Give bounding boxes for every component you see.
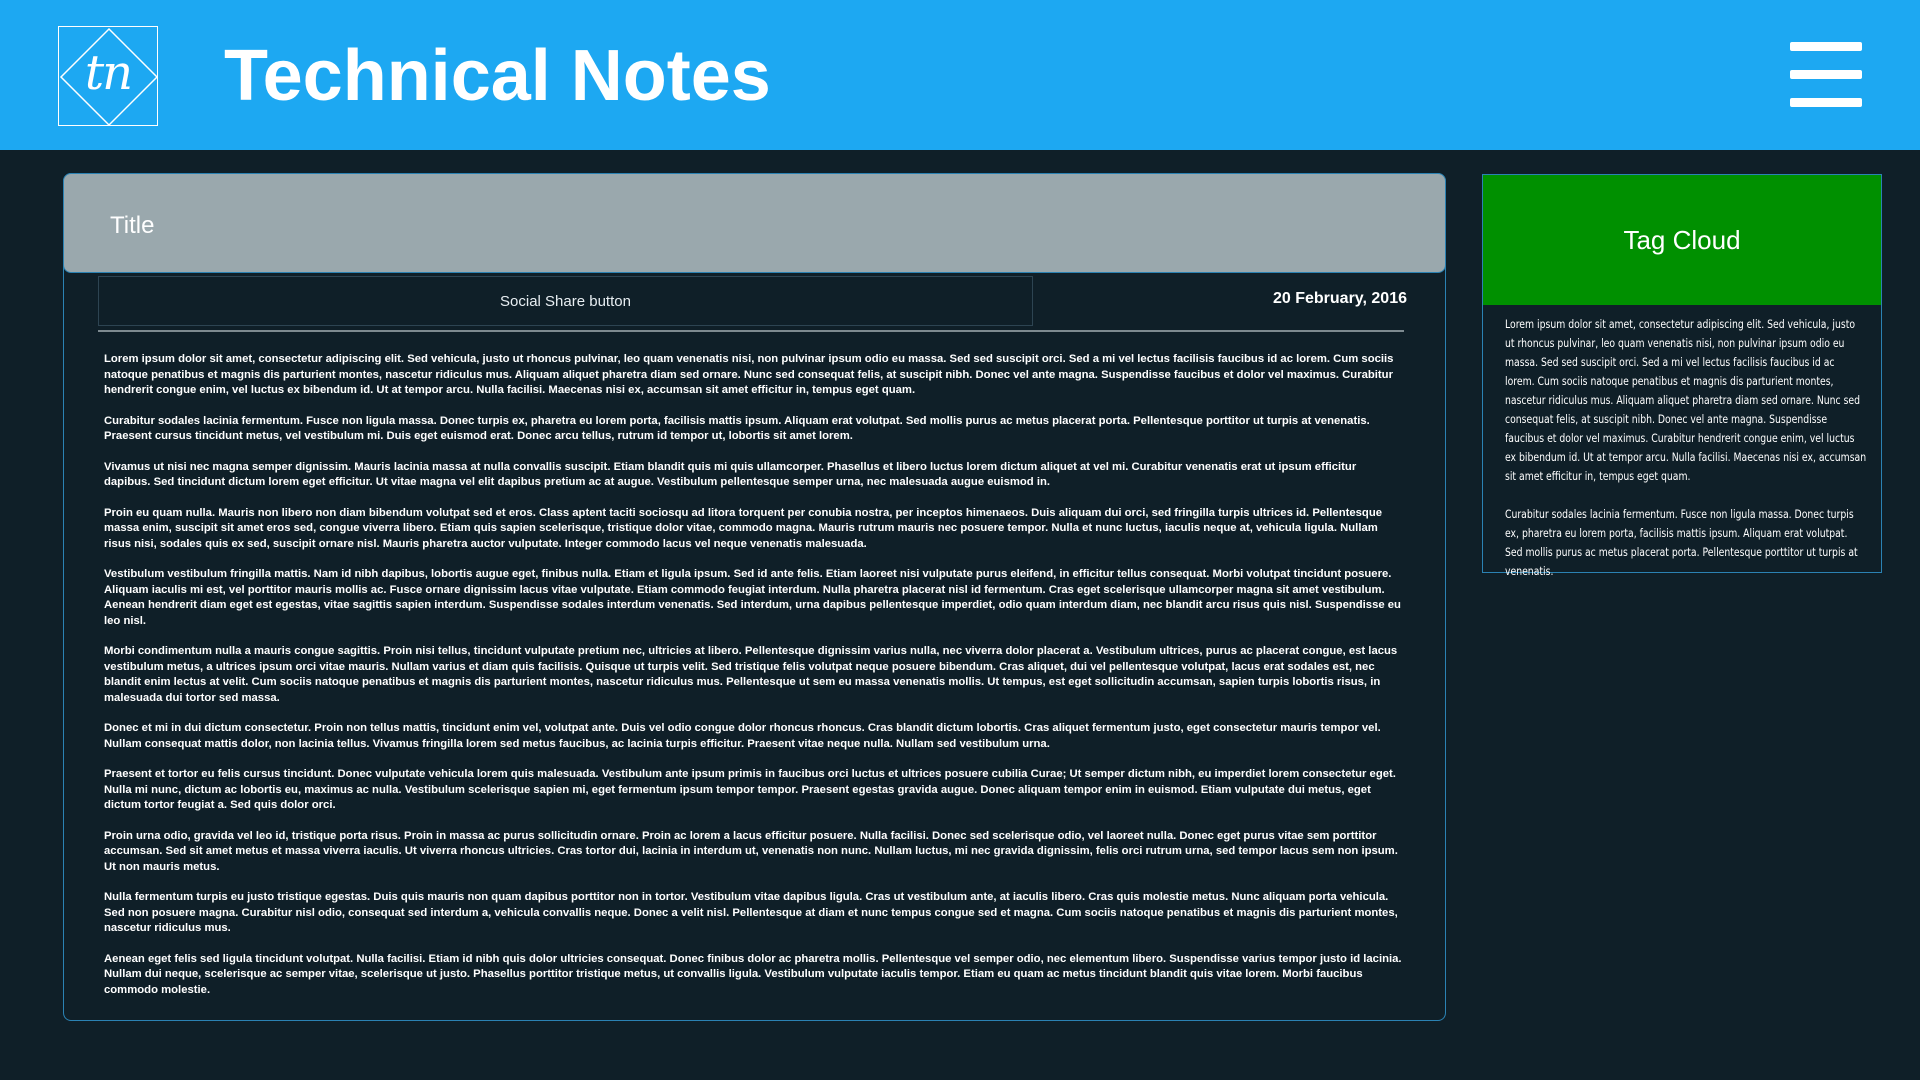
- article-paragraph: Aenean eget felis sed ligula tincidunt v…: [104, 952, 1402, 996]
- tag-cloud-paragraph: Lorem ipsum dolor sit amet, consectetur …: [1505, 318, 1867, 483]
- article-paragraph: Donec et mi in dui dictum consectetur. P…: [104, 722, 1381, 750]
- article-paragraph: Nulla fermentum turpis eu justo tristiqu…: [104, 891, 1398, 934]
- article-title-bar: Title: [63, 173, 1446, 273]
- article-paragraph: Vestibulum vestibulum fringilla mattis. …: [104, 568, 1401, 627]
- article-paragraph: Proin eu quam nulla. Mauris non libero n…: [104, 506, 1383, 550]
- tag-cloud-title: Tag Cloud: [1483, 175, 1881, 305]
- site-logo[interactable]: tn: [58, 26, 159, 127]
- divider: [98, 330, 1404, 332]
- menu-bar: [1790, 70, 1862, 79]
- social-share-button[interactable]: Social Share button: [98, 276, 1033, 326]
- article-paragraph: Praesent et tortor eu felis cursus tinci…: [104, 768, 1396, 811]
- article-card: Title Social Share button 20 February, 2…: [63, 173, 1446, 1021]
- hamburger-menu-icon[interactable]: [1790, 40, 1862, 110]
- logo-text: tn: [84, 45, 133, 101]
- site-header: tn Technical Notes: [0, 0, 1920, 150]
- tag-cloud-paragraph: Curabitur sodales lacinia fermentum. Fus…: [1505, 508, 1858, 578]
- article-body: Lorem ipsum dolor sit amet, consectetur …: [104, 352, 1404, 1013]
- tag-cloud-body: Lorem ipsum dolor sit amet, consectetur …: [1505, 315, 1867, 600]
- post-date: 20 February, 2016: [1272, 290, 1407, 307]
- article-paragraph: Proin urna odio, gravida vel leo id, tri…: [104, 829, 1398, 873]
- article-paragraph: Lorem ipsum dolor sit amet, consectetur …: [104, 353, 1394, 396]
- menu-bar: [1790, 42, 1862, 51]
- site-title: Technical Notes: [224, 36, 771, 116]
- menu-bar: [1790, 98, 1862, 107]
- article-title: Title: [110, 212, 155, 239]
- tag-cloud-panel: Tag Cloud Lorem ipsum dolor sit amet, co…: [1482, 174, 1882, 578]
- article-paragraph: Curabitur sodales lacinia fermentum. Fus…: [104, 414, 1370, 443]
- article-paragraph: Vivamus ut nisi nec magna semper digniss…: [104, 460, 1357, 489]
- article-paragraph: Morbi condimentum nulla a mauris congue …: [104, 645, 1398, 704]
